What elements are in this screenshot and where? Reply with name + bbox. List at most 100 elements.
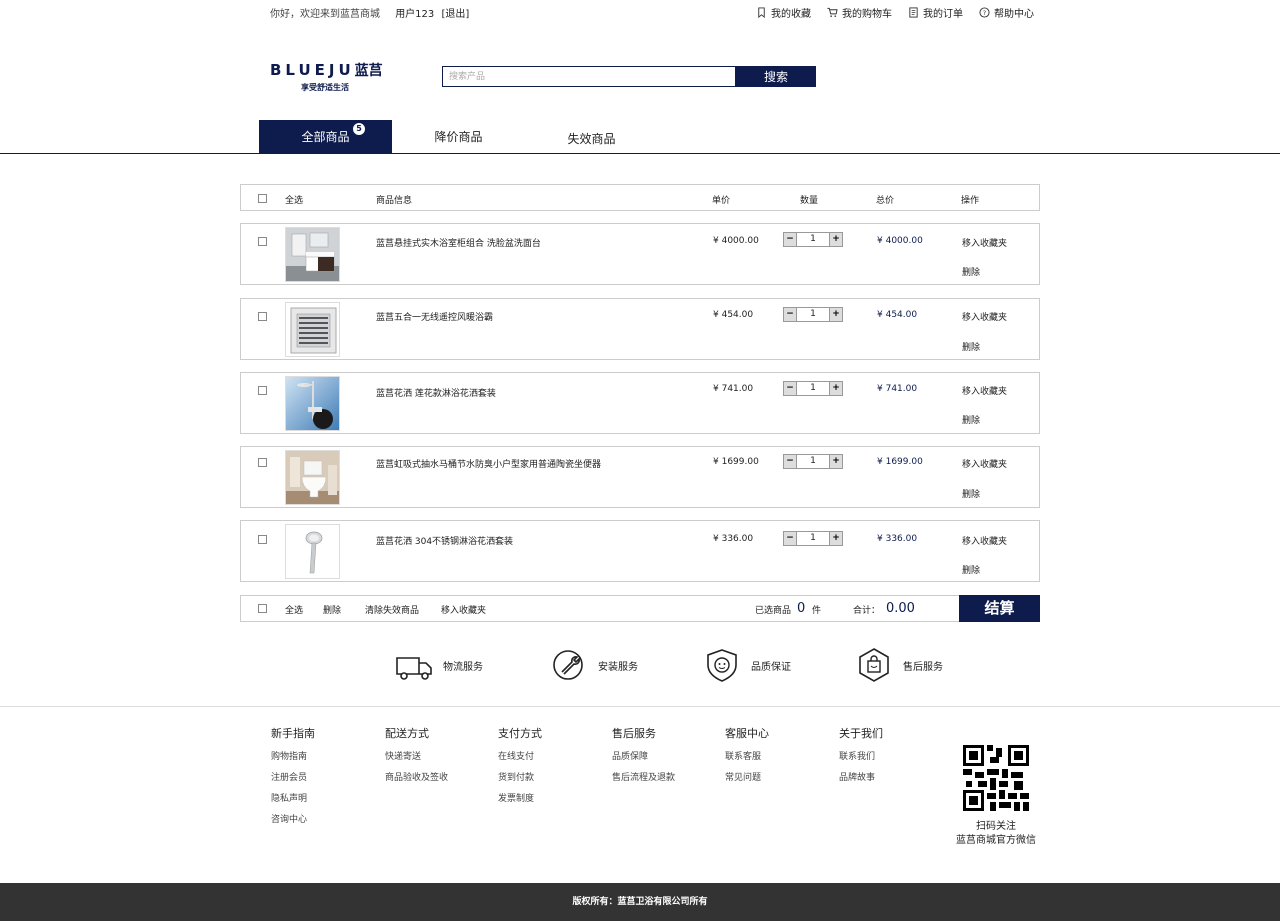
tab-all-products[interactable]: 全部商品 5 bbox=[259, 120, 392, 153]
footer-link[interactable]: 发票制度 bbox=[498, 791, 542, 804]
move-to-favorites-link[interactable]: 移入收藏夹 bbox=[962, 384, 1007, 397]
footer-link[interactable]: 咨询中心 bbox=[271, 812, 315, 825]
delete-selected-button[interactable]: 删除 bbox=[323, 603, 341, 616]
service-installation-label: 安装服务 bbox=[598, 661, 638, 673]
footer-column-title: 客服中心 bbox=[725, 727, 769, 740]
product-image-toilet[interactable] bbox=[285, 450, 340, 505]
quantity-increase-button[interactable]: + bbox=[830, 455, 842, 468]
select-all-checkbox-header[interactable] bbox=[258, 194, 267, 203]
service-quality[interactable]: 品质保证 bbox=[703, 648, 791, 682]
footer-link[interactable]: 常见问题 bbox=[725, 770, 769, 783]
cart-icon bbox=[827, 7, 838, 17]
quantity-value[interactable]: 1 bbox=[796, 233, 830, 246]
product-image-shower-set[interactable] bbox=[285, 376, 340, 431]
item-name[interactable]: 蓝莒悬挂式实木浴室柜组合 洗脸盆洗面台 bbox=[376, 236, 541, 249]
move-to-favorites-link[interactable]: 移入收藏夹 bbox=[962, 534, 1007, 547]
quantity-decrease-button[interactable]: − bbox=[784, 532, 796, 545]
quantity-stepper: − 1 + bbox=[783, 381, 843, 396]
item-name[interactable]: 蓝莒花洒 莲花款淋浴花洒套装 bbox=[376, 386, 496, 399]
search-button[interactable]: 搜索 bbox=[736, 66, 816, 87]
footer-link[interactable]: 联系客服 bbox=[725, 749, 769, 762]
clear-invalid-button[interactable]: 清除失效商品 bbox=[365, 603, 419, 616]
my-cart-link[interactable]: 我的购物车 bbox=[827, 5, 892, 20]
tab-invalid[interactable]: 失效商品 bbox=[525, 122, 658, 155]
footer-link[interactable]: 售后流程及退款 bbox=[612, 770, 675, 783]
header-total: 总价 bbox=[876, 196, 895, 206]
item-name[interactable]: 蓝莒五合一无线遥控风暖浴霸 bbox=[376, 310, 493, 323]
quantity-value[interactable]: 1 bbox=[796, 532, 830, 545]
product-image-hand-shower[interactable] bbox=[285, 524, 340, 579]
cart-header: 全选 商品信息 单价 数量 总价 操作 bbox=[240, 184, 1040, 211]
qr-code-icon bbox=[963, 745, 1029, 811]
search-input[interactable] bbox=[442, 66, 736, 87]
delete-item-link[interactable]: 删除 bbox=[962, 487, 980, 500]
service-logistics[interactable]: 物流服务 bbox=[395, 648, 483, 682]
footer-link[interactable]: 品质保障 bbox=[612, 749, 675, 762]
logo-en: BLUEJU bbox=[270, 61, 355, 79]
quantity-stepper: − 1 + bbox=[783, 232, 843, 247]
item-checkbox[interactable] bbox=[258, 386, 267, 395]
bag-icon bbox=[859, 648, 889, 682]
item-unit-price: ¥ 454.00 bbox=[713, 310, 754, 320]
service-logistics-label: 物流服务 bbox=[443, 661, 483, 673]
footer-link[interactable]: 商品验收及签收 bbox=[385, 770, 448, 783]
item-checkbox[interactable] bbox=[258, 237, 267, 246]
checkout-button[interactable]: 结算 bbox=[959, 595, 1040, 622]
tab-all-products-label: 全部商品 bbox=[301, 130, 350, 144]
footer-link[interactable]: 注册会员 bbox=[271, 770, 315, 783]
quantity-value[interactable]: 1 bbox=[796, 382, 830, 395]
quantity-value[interactable]: 1 bbox=[796, 455, 830, 468]
quantity-decrease-button[interactable]: − bbox=[784, 308, 796, 321]
service-aftersales[interactable]: 售后服务 bbox=[855, 648, 943, 682]
footer-link[interactable]: 在线支付 bbox=[498, 749, 542, 762]
product-image-heater[interactable] bbox=[285, 302, 340, 357]
quantity-decrease-button[interactable]: − bbox=[784, 233, 796, 246]
item-checkbox[interactable] bbox=[258, 458, 267, 467]
move-to-favorites-link[interactable]: 移入收藏夹 bbox=[962, 236, 1007, 249]
my-orders-label: 我的订单 bbox=[923, 9, 963, 20]
selected-label: 已选商品 bbox=[755, 606, 792, 616]
move-to-favorites-link[interactable]: 移入收藏夹 bbox=[962, 457, 1007, 470]
quantity-decrease-button[interactable]: − bbox=[784, 455, 796, 468]
footer-link[interactable]: 购物指南 bbox=[271, 749, 315, 762]
move-to-favorites-link[interactable]: 移入收藏夹 bbox=[962, 310, 1007, 323]
header-select-all: 全选 bbox=[285, 196, 304, 206]
quantity-increase-button[interactable]: + bbox=[830, 382, 842, 395]
logo[interactable]: BLUEJU蓝莒 享受舒适生活 bbox=[270, 60, 390, 94]
quantity-increase-button[interactable]: + bbox=[830, 532, 842, 545]
item-checkbox[interactable] bbox=[258, 535, 267, 544]
tab-price-drop-label: 降价商品 bbox=[434, 130, 483, 144]
footer-column-title: 关于我们 bbox=[839, 727, 883, 740]
footer-link[interactable]: 快递寄送 bbox=[385, 749, 448, 762]
quantity-increase-button[interactable]: + bbox=[830, 308, 842, 321]
footer-select-all[interactable]: 全选 bbox=[285, 603, 303, 616]
delete-item-link[interactable]: 删除 bbox=[962, 413, 980, 426]
username-link[interactable]: 用户123 bbox=[395, 9, 434, 20]
delete-item-link[interactable]: 删除 bbox=[962, 265, 980, 278]
item-total-price: ¥ 454.00 bbox=[877, 310, 918, 320]
quantity-value[interactable]: 1 bbox=[796, 308, 830, 321]
quantity-increase-button[interactable]: + bbox=[830, 233, 842, 246]
quantity-decrease-button[interactable]: − bbox=[784, 382, 796, 395]
select-all-checkbox-footer[interactable] bbox=[258, 604, 267, 613]
footer-link[interactable]: 隐私声明 bbox=[271, 791, 315, 804]
footer-link[interactable]: 货到付款 bbox=[498, 770, 542, 783]
item-name[interactable]: 蓝莒花洒 304不锈钢淋浴花洒套装 bbox=[376, 534, 513, 547]
my-favorites-link[interactable]: 我的收藏 bbox=[756, 5, 811, 20]
cart-item-row: 蓝莒五合一无线遥控风暖浴霸 ¥ 454.00 − 1 + ¥ 454.00 移入… bbox=[240, 298, 1040, 360]
service-installation[interactable]: 安装服务 bbox=[550, 648, 638, 682]
item-checkbox[interactable] bbox=[258, 312, 267, 321]
delete-item-link[interactable]: 删除 bbox=[962, 563, 980, 576]
move-selected-to-favorites[interactable]: 移入收藏夹 bbox=[441, 603, 486, 616]
footer-link[interactable]: 联系我们 bbox=[839, 749, 883, 762]
tab-price-drop[interactable]: 降价商品 bbox=[392, 120, 525, 153]
product-image-vanity[interactable] bbox=[285, 227, 340, 282]
sum-label: 合计： bbox=[853, 606, 881, 616]
my-orders-link[interactable]: 我的订单 bbox=[908, 5, 963, 20]
logout-link[interactable]: [退出] bbox=[441, 9, 469, 20]
help-center-link[interactable]: ? 帮助中心 bbox=[979, 5, 1034, 20]
item-total-price: ¥ 741.00 bbox=[877, 384, 918, 394]
delete-item-link[interactable]: 删除 bbox=[962, 340, 980, 353]
footer-link[interactable]: 品牌故事 bbox=[839, 770, 883, 783]
item-name[interactable]: 蓝莒虹吸式抽水马桶节水防臭小户型家用普通陶瓷坐便器 bbox=[376, 457, 601, 470]
